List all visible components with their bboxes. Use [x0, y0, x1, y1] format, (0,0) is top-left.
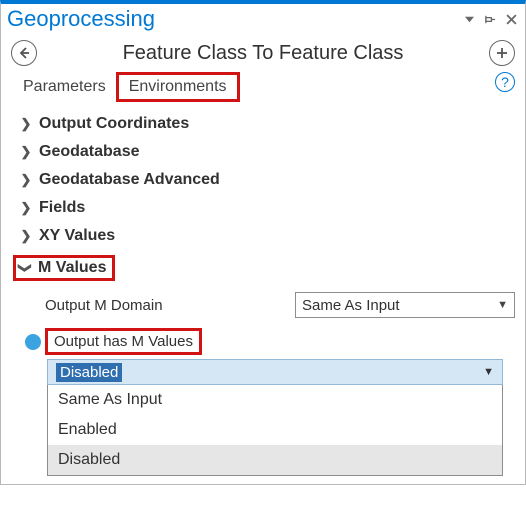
chevron-right-icon: ❯ [19, 144, 33, 160]
section-output-coordinates[interactable]: ❯ Output Coordinates [19, 110, 515, 138]
info-icon [25, 334, 41, 350]
section-m-values[interactable]: ❯ M Values [13, 250, 515, 286]
tab-parameters[interactable]: Parameters [13, 75, 116, 99]
section-fields[interactable]: ❯ Fields [19, 194, 515, 222]
dropdown-option[interactable]: Enabled [48, 415, 502, 445]
output-has-m-values-combo[interactable]: Disabled ▼ [47, 359, 503, 385]
chevron-down-icon: ▼ [483, 366, 494, 378]
dropdown-option[interactable]: Same As Input [48, 385, 502, 415]
section-label: M Values [38, 259, 106, 277]
pin-icon[interactable] [483, 12, 498, 27]
tab-environments[interactable]: Environments [116, 72, 240, 102]
help-icon[interactable]: ? [495, 72, 515, 92]
output-has-m-values-label: Output has M Values [45, 328, 202, 355]
panel-title: Geoprocessing [7, 6, 456, 32]
output-m-domain-row: Output M Domain Same As Input ▼ [19, 286, 515, 324]
section-label: Geodatabase [39, 143, 139, 161]
section-label: Fields [39, 199, 85, 217]
output-m-domain-combo[interactable]: Same As Input ▼ [295, 292, 515, 318]
back-button[interactable] [11, 40, 37, 66]
section-geodatabase[interactable]: ❯ Geodatabase [19, 138, 515, 166]
close-icon[interactable] [504, 12, 519, 27]
chevron-right-icon: ❯ [19, 172, 33, 188]
chevron-right-icon: ❯ [19, 200, 33, 216]
output-m-domain-label: Output M Domain [45, 297, 295, 314]
chevron-down-icon: ▼ [497, 299, 508, 311]
add-button[interactable] [489, 40, 515, 66]
combo-selected-value: Disabled [56, 363, 122, 382]
output-has-m-values-dropdown: Same As Input Enabled Disabled [47, 385, 503, 476]
chevron-right-icon: ❯ [19, 116, 33, 132]
tool-title: Feature Class To Feature Class [37, 42, 489, 65]
section-geodatabase-advanced[interactable]: ❯ Geodatabase Advanced [19, 166, 515, 194]
section-label: Geodatabase Advanced [39, 171, 220, 189]
combo-value: Same As Input [302, 297, 497, 314]
section-label: Output Coordinates [39, 115, 189, 133]
chevron-right-icon: ❯ [19, 228, 33, 244]
section-label: XY Values [39, 227, 115, 245]
section-xy-values[interactable]: ❯ XY Values [19, 222, 515, 250]
dropdown-option[interactable]: Disabled [48, 445, 502, 475]
dropdown-icon[interactable] [462, 12, 477, 27]
chevron-down-icon: ❯ [17, 261, 33, 275]
